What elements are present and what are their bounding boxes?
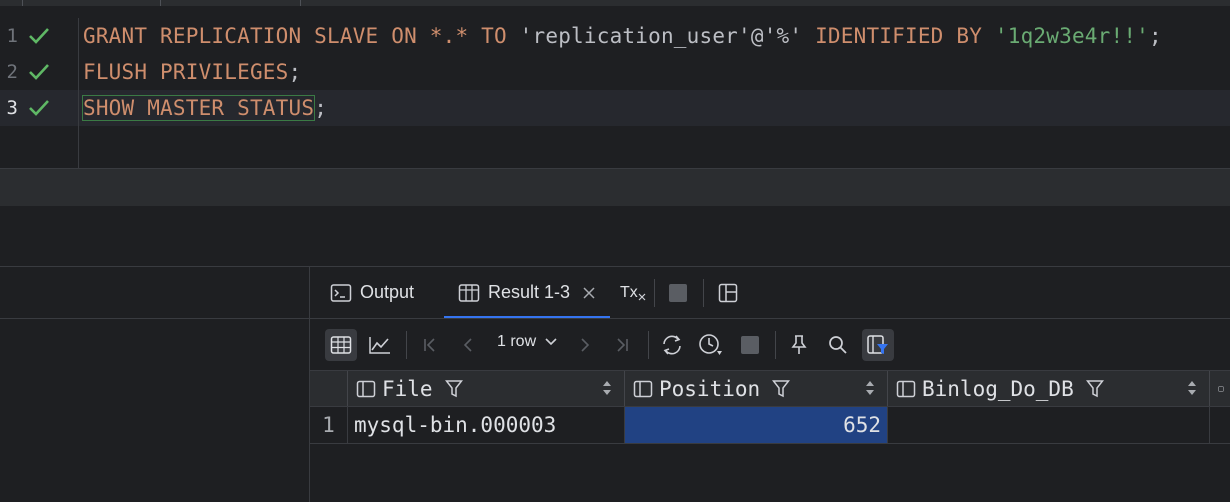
column-icon <box>356 380 376 397</box>
tx-label: Tx <box>620 283 638 301</box>
table-view-button[interactable] <box>325 329 357 361</box>
search-button[interactable] <box>822 329 854 361</box>
sort-icon[interactable] <box>602 380 612 396</box>
column-icon <box>633 380 653 397</box>
tab-output[interactable]: Output <box>330 267 440 318</box>
filter-panel-button[interactable] <box>862 329 894 361</box>
table-icon <box>458 283 480 302</box>
editor-empty-band <box>0 169 1230 206</box>
table-row[interactable]: 1 mysql-bin.000003 652 <box>310 407 1230 444</box>
close-icon[interactable] <box>582 286 596 300</box>
results-tabbar: Output Result 1-3 Tx <box>310 267 1230 318</box>
rows-count: 1 row <box>497 333 537 350</box>
sort-icon[interactable] <box>1187 380 1197 396</box>
previous-page-button[interactable] <box>452 329 484 361</box>
filter-icon[interactable] <box>772 379 791 399</box>
cell-position-selected[interactable]: 652 <box>625 407 888 443</box>
cancel-query-button[interactable] <box>734 329 766 361</box>
gutter-divider <box>78 18 79 168</box>
column-icon <box>1218 386 1224 391</box>
console-icon <box>330 283 352 302</box>
next-page-button[interactable] <box>569 329 601 361</box>
layout-button[interactable] <box>718 267 738 318</box>
last-page-icon <box>617 338 628 352</box>
editor-line[interactable]: 2 FLUSH PRIVILEGES; <box>0 54 1230 90</box>
line-number: 3 <box>6 97 18 119</box>
check-icon <box>29 64 49 80</box>
first-page-button[interactable] <box>414 329 446 361</box>
filter-icon[interactable] <box>444 379 463 399</box>
code-text: GRANT REPLICATION SLAVE ON *.* TO 'repli… <box>83 24 1162 48</box>
first-page-icon <box>424 338 435 352</box>
statement-highlight: SHOW MASTER STATUS <box>81 95 316 121</box>
column-header-file[interactable]: File <box>348 371 625 406</box>
clock-icon <box>699 334 722 355</box>
chevron-down-icon <box>545 338 557 346</box>
refresh-icon <box>663 335 681 355</box>
transaction-button[interactable]: Tx <box>620 267 646 318</box>
chevron-left-icon <box>463 338 472 352</box>
filter-icon[interactable] <box>1085 379 1104 399</box>
column-header-position[interactable]: Position <box>625 371 888 406</box>
result-grid: File Position Binlog_Do_DB 1 mysql-bin.0… <box>310 370 1230 502</box>
cell-file[interactable]: mysql-bin.000003 <box>348 407 625 443</box>
column-title: File <box>382 376 433 401</box>
pin-icon <box>791 335 807 354</box>
auto-refresh-button[interactable] <box>695 329 727 361</box>
search-icon <box>829 336 847 354</box>
refresh-button[interactable] <box>656 329 688 361</box>
sort-icon[interactable] <box>865 380 875 396</box>
tab-label: Result 1-3 <box>487 282 571 302</box>
top-toolbar-strip <box>0 0 1230 6</box>
code-text: FLUSH PRIVILEGES; <box>83 60 302 84</box>
check-icon <box>29 100 49 116</box>
split-layout-icon <box>718 283 738 302</box>
check-icon <box>29 28 49 44</box>
result-toolbar: 1 row <box>310 319 1230 370</box>
editor-line[interactable]: 1 GRANT REPLICATION SLAVE ON *.* TO 'rep… <box>0 18 1230 54</box>
stop-icon <box>669 283 687 302</box>
chevron-right-icon <box>581 338 590 352</box>
tx-cross-icon <box>638 293 646 300</box>
sql-editor[interactable]: 1 GRANT REPLICATION SLAVE ON *.* TO 'rep… <box>0 18 1230 168</box>
chart-icon <box>369 337 390 354</box>
row-number: 1 <box>310 407 348 443</box>
editor-empty-area <box>0 206 1230 266</box>
last-page-button[interactable] <box>606 329 638 361</box>
column-filter-icon <box>867 335 888 354</box>
grid-header: File Position Binlog_Do_DB <box>310 370 1230 407</box>
cell-binlog-do-db[interactable] <box>888 407 1210 443</box>
editor-line-current[interactable]: 3 SHOW MASTER STATUS; <box>0 90 1230 126</box>
tab-label: Output <box>360 282 415 302</box>
code-text: SHOW MASTER STATUS; <box>81 95 328 121</box>
column-header-next[interactable] <box>1210 371 1230 406</box>
column-title: Binlog_Do_DB <box>922 376 1074 401</box>
table-icon <box>330 336 352 354</box>
pin-tab-button[interactable] <box>783 329 815 361</box>
line-number: 2 <box>6 61 18 83</box>
page-size-dropdown[interactable]: 1 row <box>497 333 558 351</box>
stop-button[interactable] <box>668 267 688 318</box>
stop-icon <box>741 336 759 354</box>
column-header-binlog-do-db[interactable]: Binlog_Do_DB <box>888 371 1210 406</box>
column-title: Position <box>659 376 761 401</box>
tab-result[interactable]: Result 1-3 <box>444 267 610 318</box>
column-icon <box>896 380 916 397</box>
services-tree-pane <box>0 267 309 502</box>
line-number: 1 <box>6 25 18 47</box>
chart-view-button[interactable] <box>364 329 396 361</box>
